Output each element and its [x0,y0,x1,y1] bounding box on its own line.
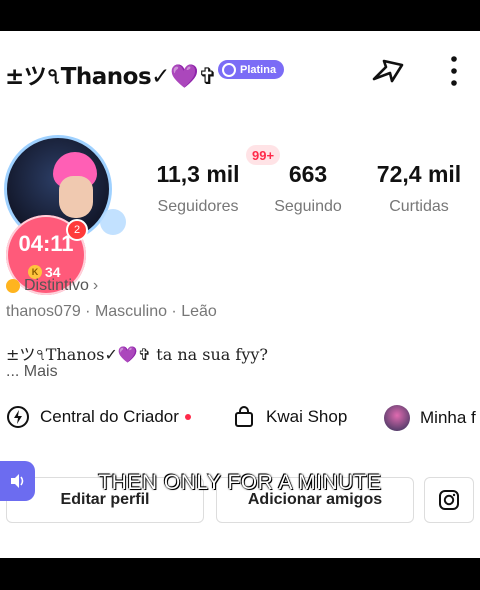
stat-following[interactable]: 663 Seguindo [266,161,350,216]
likes-value: 72,4 mil [376,161,462,187]
creator-center-label: Central do Criador [40,407,179,426]
platina-label: Platina [240,63,277,76]
avatar[interactable]: 04:11 K 34 2 [2,131,126,295]
chevron-right-icon: › [92,277,99,294]
user-avatar-icon [384,405,410,431]
share-icon[interactable] [370,53,406,89]
avatar-face [59,176,93,218]
third-link[interactable]: Minha f [384,405,476,431]
bio-more-link[interactable]: ... Mais [6,363,58,381]
following-label: Seguindo [274,198,342,215]
notification-count: 2 [66,219,88,241]
followers-label: Seguidores [157,198,239,215]
kwai-shop-label: Kwai Shop [266,407,348,426]
stat-followers[interactable]: 11,3 mil Seguidores [148,161,248,216]
distintivo-icon [6,279,20,293]
top-bar: ±ツ৭Thanos✓💜✞ Platina [0,53,480,90]
shopping-bag-icon [235,406,253,427]
edit-profile-button[interactable]: Editar perfil [6,477,204,523]
quick-links-row: Central do Criador Kwai Shop Minha f [0,405,480,439]
instagram-icon [439,490,459,510]
display-name: ±ツ৭Thanos✓💜✞ [5,64,217,90]
instagram-button[interactable] [424,477,474,523]
followers-value: 11,3 mil [156,161,240,187]
more-options-icon[interactable] [444,53,464,89]
sound-toggle[interactable] [0,461,35,501]
third-link-label: Minha f [420,408,476,427]
likes-label: Curtidas [389,198,449,215]
following-value: 663 [288,161,328,187]
distintivo-label: Distintivo [24,277,89,294]
new-indicator-dot [184,414,191,420]
avatar-frame-wing [100,209,126,235]
creator-center-link[interactable]: Central do Criador [6,405,191,429]
speaker-icon [10,474,23,488]
platina-badge[interactable]: Platina [218,60,285,79]
profile-screen: ±ツ৭Thanos✓💜✞ Platina 04:11 K 34 2 99+ 11… [0,31,480,558]
add-friends-button[interactable]: Adicionar amigos [216,477,414,523]
profile-info-line: thanos079 · Masculino · Leão [6,303,217,320]
platina-icon [222,62,236,77]
kwai-shop-link[interactable]: Kwai Shop [232,405,347,429]
stat-likes[interactable]: 72,4 mil Curtidas [368,161,470,216]
lightning-icon [7,406,29,428]
distintivo-link[interactable]: Distintivo › [6,277,98,295]
